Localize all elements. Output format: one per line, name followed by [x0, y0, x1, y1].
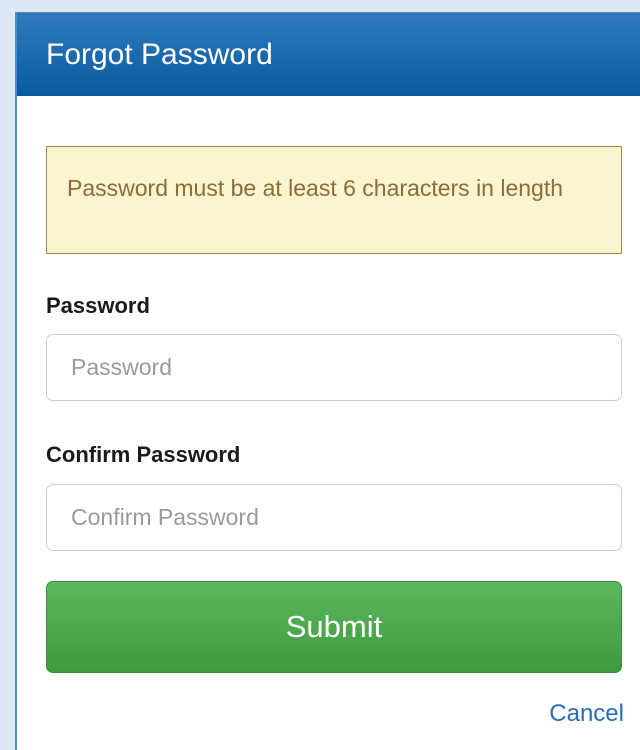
dialog-frame: Forgot Password Password must be at leas… [15, 12, 640, 750]
password-input[interactable] [46, 334, 622, 401]
password-label: Password [46, 293, 150, 318]
cancel-link[interactable]: Cancel [549, 700, 624, 728]
dialog-header: Forgot Password [17, 13, 640, 96]
forgot-password-dialog: Forgot Password Password must be at leas… [0, 0, 640, 750]
confirm-password-input[interactable] [46, 484, 622, 551]
confirm-password-label: Confirm Password [46, 442, 241, 467]
submit-button[interactable]: Submit [46, 581, 622, 673]
dialog-title: Forgot Password [46, 37, 273, 71]
warning-alert: Password must be at least 6 characters i… [46, 146, 622, 254]
